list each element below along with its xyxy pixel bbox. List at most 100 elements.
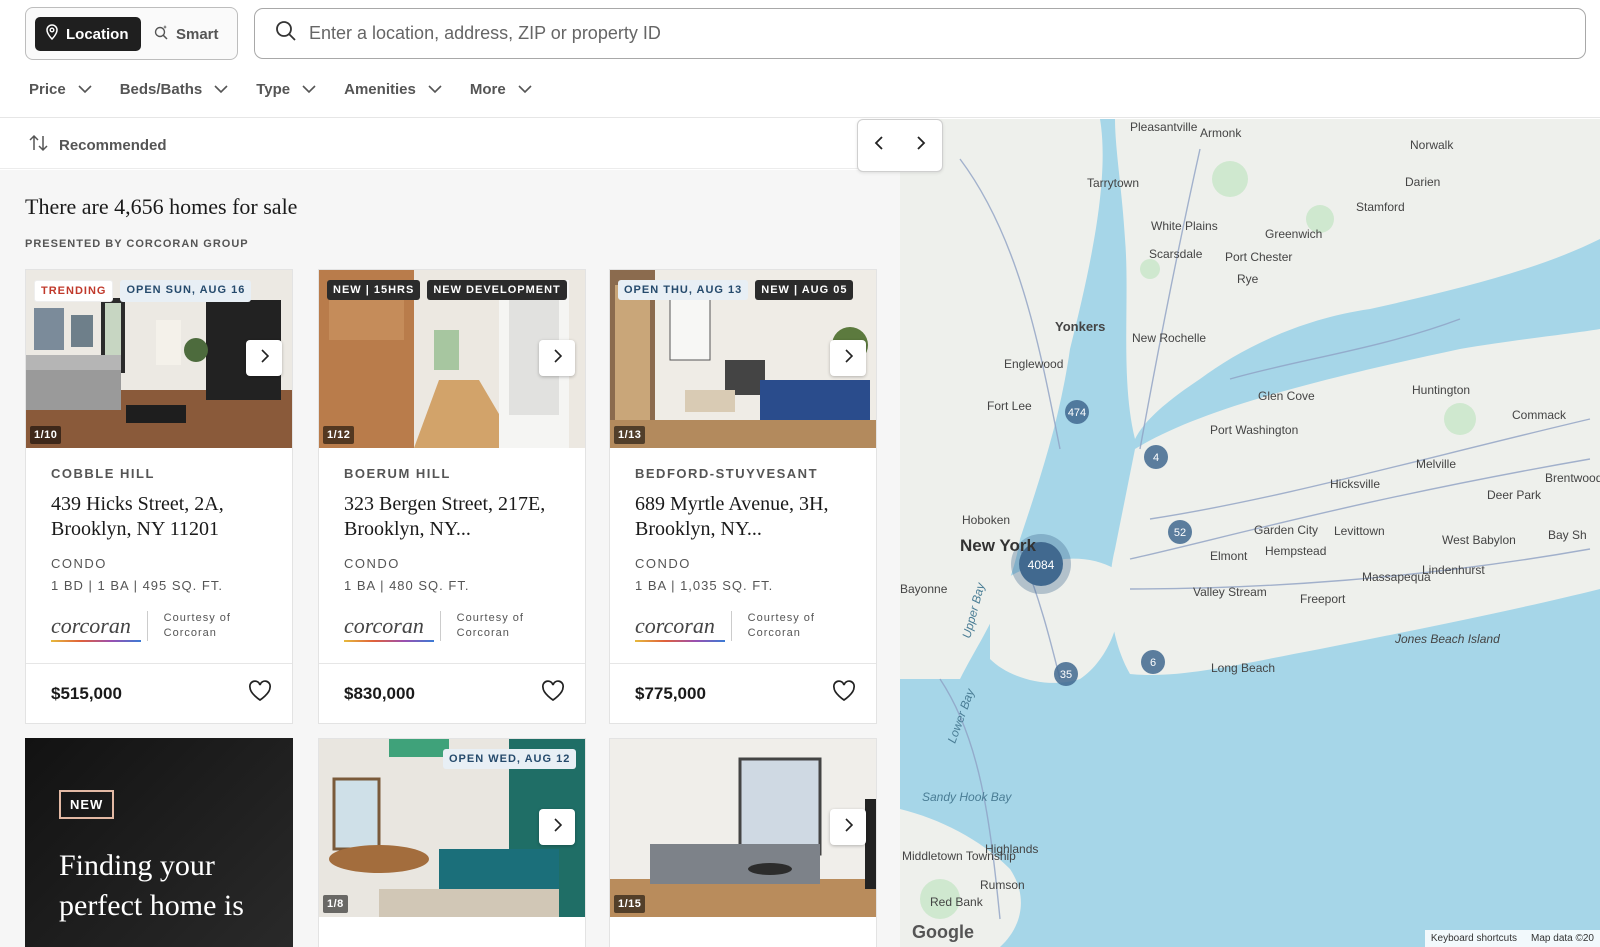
sort-label: Recommended xyxy=(59,136,167,154)
photo-next-button[interactable] xyxy=(539,809,575,845)
corcoran-logo: corcoran xyxy=(344,613,434,642)
smart-mode-button[interactable]: Smart xyxy=(143,17,233,51)
listing-address[interactable]: 439 Hicks Street, 2A, Brooklyn, NY 11201 xyxy=(51,492,267,542)
map-place-label: Armonk xyxy=(1200,126,1242,140)
map-place-label: Yonkers xyxy=(1055,319,1105,334)
courtesy-text: Courtesy of Corcoran xyxy=(163,612,231,639)
keyboard-shortcuts-link[interactable]: Keyboard shortcuts xyxy=(1431,933,1517,944)
chevron-down-icon xyxy=(428,81,442,98)
chevron-right-icon xyxy=(553,348,562,368)
listing-card[interactable]: TRENDING OPEN SUN, AUG 16 1/10 COBBLE HI… xyxy=(25,269,293,724)
map-place-label: Huntington xyxy=(1412,383,1470,397)
photo-next-button[interactable] xyxy=(246,340,282,376)
filter-beds-baths[interactable]: Beds/Baths xyxy=(120,74,229,104)
listing-card[interactable]: OPEN WED, AUG 12 1/8 xyxy=(318,738,586,947)
map-place-label: Port Washington xyxy=(1210,423,1298,437)
divider xyxy=(730,611,732,641)
property-type: CONDO xyxy=(635,556,691,571)
sort-button[interactable]: Recommended xyxy=(29,134,167,156)
filter-price[interactable]: Price xyxy=(29,74,92,104)
corcoran-logo: corcoran xyxy=(51,613,141,642)
map-place-label: Red Bank xyxy=(930,895,984,909)
search-box xyxy=(254,8,1586,59)
divider xyxy=(146,611,148,641)
listing-card[interactable]: OPEN THU, AUG 13 NEW | AUG 05 1/13 BEDFO… xyxy=(609,269,877,724)
heart-icon[interactable] xyxy=(832,680,856,707)
map-cluster-main[interactable]: 4084 xyxy=(1028,558,1055,572)
listing-badge: NEW | 15HRS xyxy=(327,280,421,300)
map-view[interactable]: 4084 474 4 52 6 35 Pleasantville Armonk … xyxy=(900,119,1600,947)
photo-counter: 1/10 xyxy=(30,426,62,444)
listing-info: COBBLE HILL 439 Hicks Street, 2A, Brookl… xyxy=(26,448,292,663)
map-place-label: Massapequa xyxy=(1362,570,1431,584)
search-input[interactable] xyxy=(309,23,1509,44)
property-specs: 1 BA | 480 SQ. FT. xyxy=(344,578,470,593)
map-place-label: Scarsdale xyxy=(1149,247,1203,261)
filter-label: Amenities xyxy=(344,80,416,98)
location-mode-label: Location xyxy=(66,25,129,43)
map-place-label: Rumson xyxy=(980,878,1025,892)
location-pin-icon xyxy=(45,24,59,44)
listing-card[interactable]: 1/15 xyxy=(609,738,877,947)
map-place-label: Deer Park xyxy=(1487,488,1542,502)
filter-bar: Price Beds/Baths Type Amenities More xyxy=(29,74,560,104)
listing-photo[interactable]: OPEN WED, AUG 12 1/8 xyxy=(319,739,585,917)
promo-tile[interactable]: NEW Finding your perfect home is xyxy=(25,738,293,947)
map-place-label: New York xyxy=(960,536,1036,555)
filter-type[interactable]: Type xyxy=(256,74,316,104)
photo-counter: 1/13 xyxy=(614,426,646,444)
listing-address[interactable]: 323 Bergen Street, 217E, Brooklyn, NY... xyxy=(344,492,560,542)
map-place-label: Lindenhurst xyxy=(1422,563,1485,577)
search-mode-toggle: Location Smart xyxy=(25,7,238,60)
listing-price: $515,000 xyxy=(51,683,122,703)
map-place-label: Glen Cove xyxy=(1258,389,1315,403)
chevron-right-icon xyxy=(844,348,853,368)
listings-pane: There are 4,656 homes for sale PRESENTED… xyxy=(0,170,900,947)
map-place-label: Fort Lee xyxy=(987,399,1032,413)
map-place-label: Long Beach xyxy=(1211,661,1275,675)
listing-price: $830,000 xyxy=(344,683,415,703)
promo-headline: Finding your perfect home is xyxy=(59,849,244,922)
chevron-left-icon[interactable] xyxy=(874,135,884,156)
map-place-label: New Rochelle xyxy=(1132,331,1206,345)
property-type: CONDO xyxy=(51,556,107,571)
photo-next-button[interactable] xyxy=(539,340,575,376)
listing-badge: NEW | AUG 05 xyxy=(755,280,854,300)
chevron-down-icon xyxy=(518,81,532,98)
listing-badge: TRENDING xyxy=(34,280,114,302)
photo-next-button[interactable] xyxy=(830,340,866,376)
map-attribution: Keyboard shortcuts Map data ©20 xyxy=(1424,930,1600,947)
corcoran-logo: corcoran xyxy=(635,613,725,642)
listing-address[interactable]: 689 Myrtle Avenue, 3H, Brooklyn, NY... xyxy=(635,492,851,542)
promo-new-tag: NEW xyxy=(59,790,115,819)
filter-more[interactable]: More xyxy=(470,74,532,104)
map-cluster[interactable]: 6 xyxy=(1150,657,1156,669)
property-specs: 1 BA | 1,035 SQ. FT. xyxy=(635,578,774,593)
map-cluster[interactable]: 474 xyxy=(1068,407,1086,419)
listing-photo[interactable]: 1/15 xyxy=(610,739,876,917)
price-bar: $775,000 xyxy=(610,663,876,723)
divider xyxy=(439,611,441,641)
map-data-credit: Map data ©20 xyxy=(1531,933,1594,944)
map-cluster[interactable]: 52 xyxy=(1174,527,1186,539)
neighborhood: COBBLE HILL xyxy=(51,466,155,481)
listing-photo[interactable]: OPEN THU, AUG 13 NEW | AUG 05 1/13 xyxy=(610,270,876,448)
photo-next-button[interactable] xyxy=(830,809,866,845)
map-place-label: Hicksville xyxy=(1330,477,1380,491)
listing-photo[interactable]: TRENDING OPEN SUN, AUG 16 1/10 xyxy=(26,270,292,448)
listing-photo[interactable]: NEW | 15HRS NEW DEVELOPMENT 1/12 xyxy=(319,270,585,448)
chevron-right-icon[interactable] xyxy=(916,135,926,156)
filter-amenities[interactable]: Amenities xyxy=(344,74,442,104)
heart-icon[interactable] xyxy=(541,680,565,707)
listing-info: BEDFORD-STUYVESANT 689 Myrtle Avenue, 3H… xyxy=(610,448,876,663)
heart-icon[interactable] xyxy=(248,680,272,707)
location-mode-button[interactable]: Location xyxy=(35,17,141,51)
map-place-label: White Plains xyxy=(1151,219,1218,233)
map-place-label: Port Chester xyxy=(1225,250,1292,264)
map-canvas: 4084 474 4 52 6 35 Pleasantville Armonk … xyxy=(900,119,1600,947)
courtesy-text: Courtesy of Corcoran xyxy=(456,612,524,639)
map-cluster[interactable]: 4 xyxy=(1153,452,1159,464)
neighborhood: BOERUM HILL xyxy=(344,466,451,481)
map-cluster[interactable]: 35 xyxy=(1060,669,1072,681)
listing-card[interactable]: NEW | 15HRS NEW DEVELOPMENT 1/12 BOERUM … xyxy=(318,269,586,724)
